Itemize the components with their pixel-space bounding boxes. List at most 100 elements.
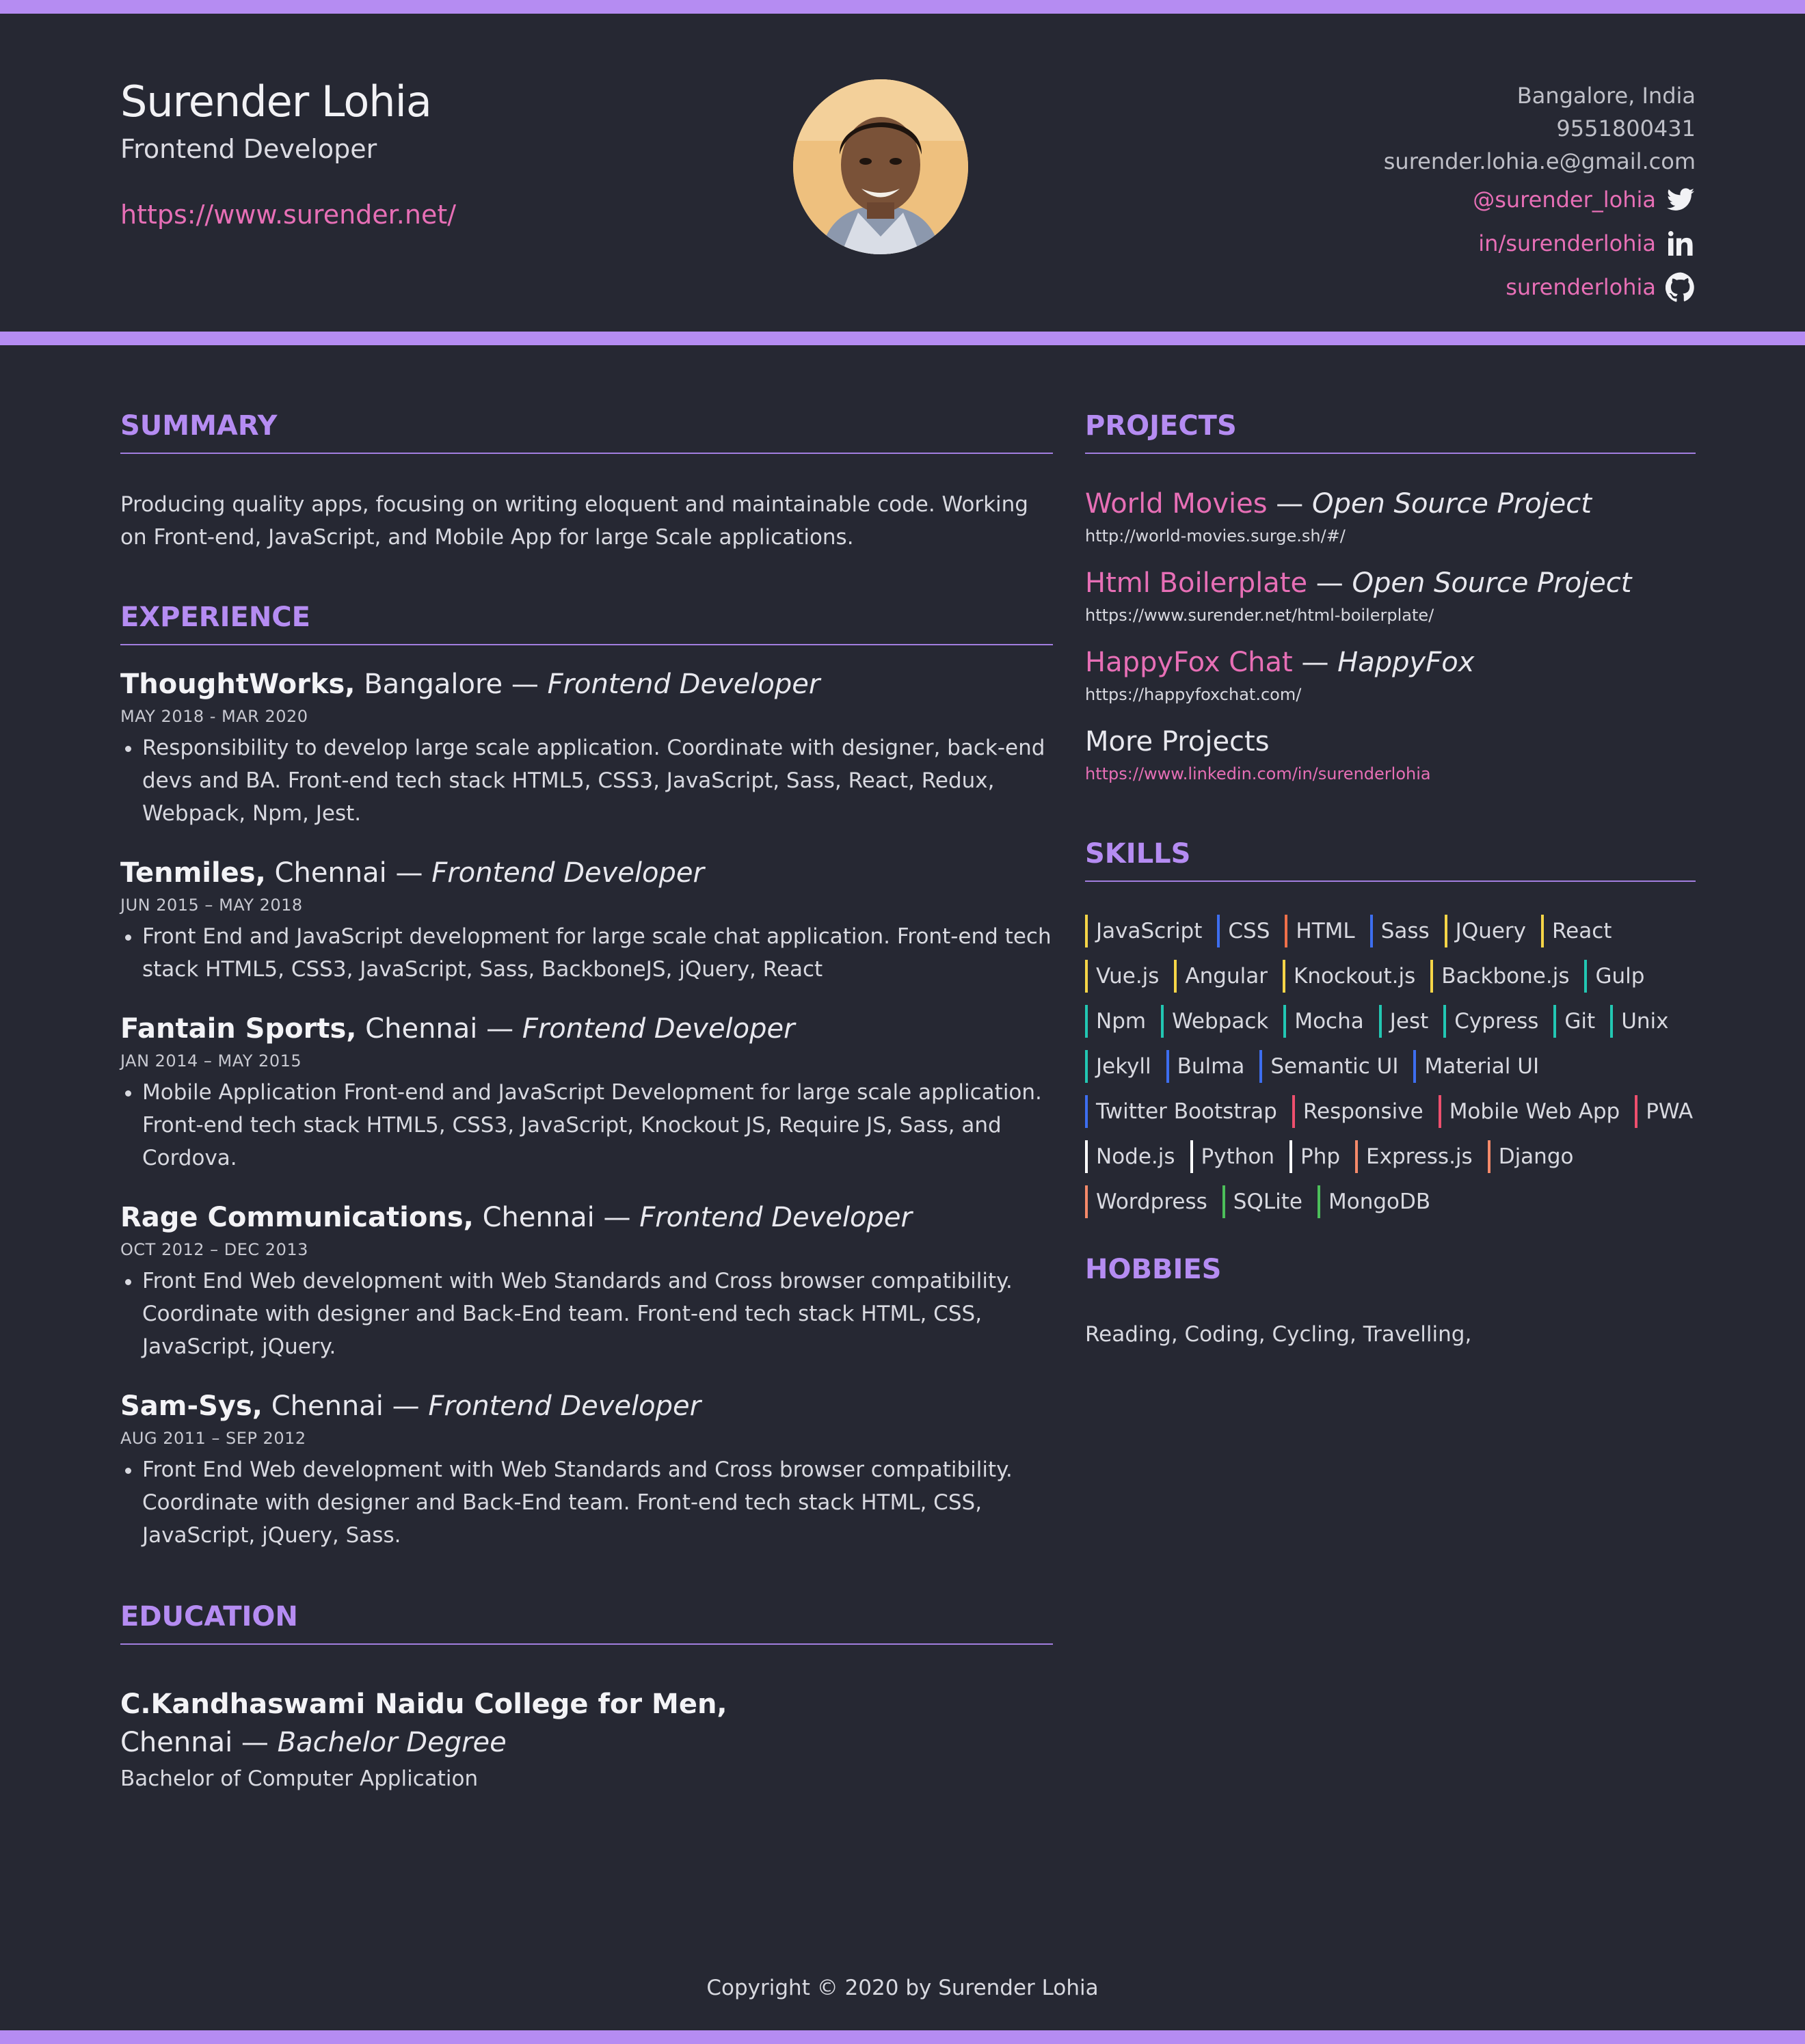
skill-tag: PWA: [1635, 1095, 1693, 1128]
job-city: Bangalore: [364, 669, 503, 700]
avatar: [793, 79, 968, 254]
skill-tag: Django: [1487, 1140, 1573, 1173]
experience-item: ThoughtWorks, Bangalore — Frontend Devel…: [120, 669, 1053, 830]
job-heading: Sam-Sys, Chennai — Frontend Developer: [120, 1390, 1053, 1422]
hobbies-text: Reading, Coding, Cycling, Travelling,: [1085, 1322, 1472, 1347]
education-heading: EDUCATION: [120, 1601, 1053, 1645]
college-name: C.Kandhaswami Naidu College for Men,: [120, 1689, 727, 1720]
skill-tag: Express.js: [1355, 1140, 1473, 1173]
job-dates: OCT 2012 – DEC 2013: [120, 1240, 308, 1259]
project-name-link[interactable]: World Movies: [1085, 488, 1268, 520]
twitter-icon: [1666, 185, 1696, 215]
project-url[interactable]: http://world-movies.surge.sh/#/: [1085, 526, 1696, 546]
job-heading: ThoughtWorks, Bangalore — Frontend Devel…: [120, 669, 1053, 700]
skill-tag: CSS: [1217, 915, 1270, 947]
project-url[interactable]: https://happyfoxchat.com/: [1085, 685, 1696, 704]
job-separator: —: [383, 1390, 429, 1422]
projects-heading: PROJECTS: [1085, 410, 1696, 454]
skill-tag: Gulp: [1584, 960, 1644, 993]
project-name-link[interactable]: HappyFox Chat: [1085, 647, 1293, 678]
job-heading: Rage Communications, Chennai — Frontend …: [120, 1202, 1053, 1233]
job-role: Frontend Developer: [428, 1390, 701, 1422]
job-role: Frontend Developer: [522, 1013, 795, 1045]
job-company: Tenmiles,: [120, 857, 266, 889]
experience-item: Fantain Sports, Chennai — Frontend Devel…: [120, 1013, 1053, 1174]
job-description-list: Responsibility to develop large scale ap…: [120, 731, 1053, 830]
project-type: Open Source Project: [1312, 488, 1592, 520]
skill-tag: Webpack: [1161, 1005, 1268, 1038]
avatar-portrait: [793, 79, 968, 254]
contact-block: Bangalore, India 9551800431 surender.loh…: [1384, 79, 1696, 309]
job-dates: MAY 2018 - MAR 2020: [120, 707, 308, 726]
job-description-list: Front End and JavaScript development for…: [120, 920, 1053, 986]
job-company: Rage Communications,: [120, 1202, 474, 1233]
job-description: Front End Web development with Web Stand…: [142, 1265, 1053, 1363]
hobbies-heading: HOBBIES: [1085, 1254, 1222, 1285]
job-role: Frontend Developer: [431, 857, 704, 889]
github-link[interactable]: surenderlohia: [1384, 265, 1696, 309]
job-separator: —: [386, 857, 432, 889]
job-separator: —: [503, 669, 548, 700]
project-separator: —: [1307, 567, 1352, 599]
skill-tag: Jest: [1378, 1005, 1428, 1038]
project-item: Html Boilerplate — Open Source Project ht…: [1085, 567, 1696, 625]
skill-tag: Mobile Web App: [1438, 1095, 1620, 1128]
footer-copyright: Copyright © 2020 by Surender Lohia: [706, 1976, 1099, 2000]
skill-tag: Bulma: [1166, 1050, 1244, 1083]
education-separator: —: [232, 1727, 278, 1758]
job-city: Chennai: [365, 1013, 478, 1045]
experience-heading: EXPERIENCE: [120, 602, 1053, 645]
job-dates: AUG 2011 – SEP 2012: [120, 1429, 306, 1448]
job-separator: —: [594, 1202, 640, 1233]
job-dates: JUN 2015 – MAY 2018: [120, 896, 303, 915]
skill-tag: SQLite: [1222, 1185, 1302, 1218]
project-heading: World Movies — Open Source Project: [1085, 488, 1696, 520]
twitter-link[interactable]: @surender_lohia: [1384, 178, 1696, 221]
skill-tag: Python: [1190, 1140, 1274, 1173]
skill-tag: MongoDB: [1318, 1185, 1430, 1218]
experience-item: Tenmiles, Chennai — Frontend Developer JU…: [120, 857, 1053, 986]
project-type: HappyFox: [1337, 647, 1475, 678]
skill-tag: JQuery: [1444, 915, 1526, 947]
job-city: Chennai: [482, 1202, 595, 1233]
skill-tag: Angular: [1174, 960, 1268, 993]
project-separator: —: [1267, 488, 1312, 520]
job-city: Chennai: [271, 1390, 384, 1422]
experience-item: Rage Communications, Chennai — Frontend …: [120, 1202, 1053, 1363]
skill-tag: Wordpress: [1085, 1185, 1207, 1218]
skill-tag: HTML: [1285, 915, 1355, 947]
more-projects-link[interactable]: https://www.linkedin.com/in/surenderlohi…: [1085, 764, 1696, 783]
email[interactable]: surender.lohia.e@gmail.com: [1384, 145, 1696, 178]
job-heading: Fantain Sports, Chennai — Frontend Devel…: [120, 1013, 1053, 1045]
experience-item: Sam-Sys, Chennai — Frontend Developer AUG…: [120, 1390, 1053, 1552]
project-name-link[interactable]: Html Boilerplate: [1085, 567, 1307, 599]
project-type: Open Source Project: [1352, 567, 1632, 599]
bottom-accent-bar: [0, 2030, 1805, 2044]
job-role: Frontend Developer: [547, 669, 820, 700]
left-column: SUMMARY Producing quality apps, focusing…: [120, 410, 1053, 1791]
more-projects-label: More Projects: [1085, 726, 1270, 757]
website-link[interactable]: https://www.surender.net/: [120, 200, 456, 230]
project-url[interactable]: https://www.surender.net/html-boilerplat…: [1085, 606, 1696, 625]
linkedin-link[interactable]: in/surenderlohia: [1384, 221, 1696, 265]
skill-tag: Mocha: [1283, 1005, 1364, 1038]
skill-tag: Git: [1553, 1005, 1595, 1038]
job-description: Front End Web development with Web Stand…: [142, 1453, 1053, 1552]
job-description: Mobile Application Front-end and JavaScr…: [142, 1076, 1053, 1174]
education-city: Chennai: [120, 1727, 233, 1758]
job-company: Fantain Sports,: [120, 1013, 357, 1045]
resume-header: Surender Lohia Frontend Developer https:…: [0, 14, 1805, 332]
skill-tag: Material UI: [1413, 1050, 1539, 1083]
twitter-handle: @surender_lohia: [1473, 187, 1656, 213]
education-degree: Bachelor Degree: [277, 1727, 507, 1758]
person-role: Frontend Developer: [120, 134, 377, 164]
summary-text: Producing quality apps, focusing on writ…: [120, 492, 1028, 550]
skill-tag: Responsive: [1292, 1095, 1423, 1128]
project-item: HappyFox Chat — HappyFox https://happyfox…: [1085, 647, 1696, 704]
job-description-list: Front End Web development with Web Stand…: [120, 1453, 1053, 1552]
more-projects: More Projects https://www.linkedin.com/i…: [1085, 726, 1696, 783]
skill-tag: Backbone.js: [1430, 960, 1569, 993]
projects-list: World Movies — Open Source Project http:/…: [1085, 488, 1696, 704]
skill-tag: Vue.js: [1085, 960, 1159, 993]
skill-tag: Twitter Bootstrap: [1085, 1095, 1277, 1128]
